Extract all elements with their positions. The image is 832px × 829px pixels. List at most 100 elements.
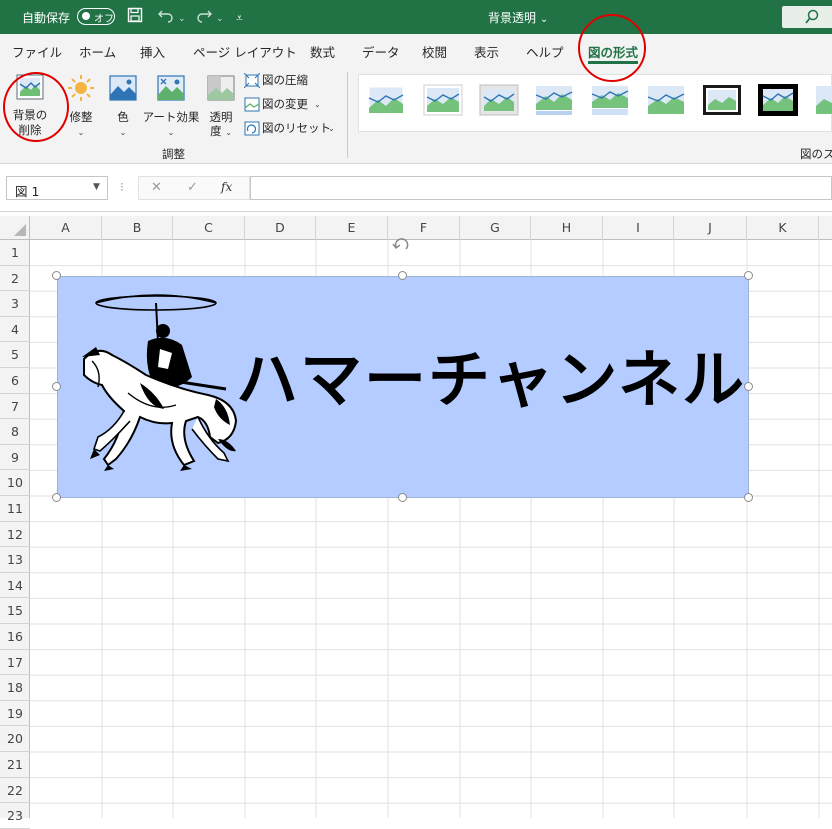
transparency-icon [207,75,235,101]
color-caret-icon: ⌄ [119,128,127,137]
art-effects-icon [157,75,185,101]
cancel-icon[interactable]: ✕ [151,180,162,195]
search-button[interactable] [782,6,832,28]
column-headers: A B C D E F G H I J K [0,216,832,240]
redo-icon[interactable] [195,7,213,27]
tab-home[interactable]: ホーム [79,42,116,61]
picture-style-7[interactable] [702,84,742,116]
column-header-g[interactable]: G [460,216,531,240]
change-picture-caret-icon: ⌄ [314,100,321,109]
row-header-18[interactable]: 18 [0,675,30,701]
transparency-label-1: 透明 [209,110,233,124]
change-picture-icon [244,97,260,112]
transparency-button[interactable]: 透明 度 ⌄ [202,70,240,144]
row-header-7[interactable]: 7 [0,394,30,420]
undo-icon[interactable] [157,7,175,27]
picture-style-8[interactable] [758,84,798,116]
reset-picture-label: 図のリセット [262,121,331,135]
tab-page-layout[interactable]: ページ レイアウト [193,42,297,61]
row-header-22[interactable]: 22 [0,778,30,804]
row-header-14[interactable]: 14 [0,573,30,599]
row-header-19[interactable]: 19 [0,701,30,727]
picture-style-2[interactable] [423,84,463,116]
resize-handle-top[interactable] [398,271,407,280]
select-all-button[interactable] [0,216,30,240]
row-header-17[interactable]: 17 [0,650,30,676]
picture-style-9[interactable] [814,84,832,116]
column-header-b[interactable]: B [102,216,173,240]
column-header-h[interactable]: H [531,216,603,240]
column-header-d[interactable]: D [245,216,316,240]
formula-input[interactable] [250,176,832,200]
column-header-j[interactable]: J [674,216,747,240]
color-label: 色 [117,110,129,124]
row-header-21[interactable]: 21 [0,752,30,778]
tab-formulas[interactable]: 数式 [310,42,335,61]
color-button[interactable]: 色 ⌄ [104,70,142,144]
save-icon[interactable] [127,7,143,27]
resize-handle-top-left[interactable] [52,271,61,280]
name-box-dropdown-icon[interactable]: ▼ [93,182,100,192]
name-box[interactable]: 図 1 ▼ [6,176,108,200]
picture-style-4[interactable] [534,84,574,116]
row-header-9[interactable]: 9 [0,445,30,471]
insert-function-icon[interactable]: fx [221,180,232,194]
document-title[interactable]: 背景透明 ⌄ [488,9,548,26]
picture-style-1[interactable] [366,84,406,116]
title-caret-icon: ⌄ [539,14,549,25]
tab-data[interactable]: データ [362,42,400,61]
column-header-a[interactable]: A [30,216,102,240]
picture-style-5[interactable] [590,84,630,116]
resize-handle-bottom[interactable] [398,493,407,502]
resize-handle-right[interactable] [744,382,753,391]
undo-dropdown-icon[interactable]: ⌄ [178,10,186,28]
tab-help[interactable]: ヘルプ [526,42,564,61]
compress-pictures-button[interactable]: 図の圧縮 [244,72,340,90]
row-header-3[interactable]: 3 [0,291,30,317]
column-header-k[interactable]: K [747,216,819,240]
row-header-10[interactable]: 10 [0,470,30,496]
row-header-20[interactable]: 20 [0,726,30,752]
column-header-i[interactable]: I [603,216,674,240]
formula-bar-grip-icon: ⁝ [120,180,124,194]
tab-view[interactable]: 表示 [474,42,499,61]
picture-style-6[interactable] [646,84,686,116]
row-header-5[interactable]: 5 [0,342,30,368]
transparency-label-2-text: 度 [210,124,222,138]
row-header-8[interactable]: 8 [0,419,30,445]
reset-picture-button[interactable]: 図のリセット ⌄ [244,120,344,138]
tab-insert[interactable]: 挿入 [140,42,165,61]
art-effects-button[interactable]: アート効果 ⌄ [142,70,200,144]
row-header-6[interactable]: 6 [0,368,30,394]
autosave-toggle[interactable]: オフ [77,8,115,25]
row-header-2[interactable]: 2 [0,266,30,292]
row-header-12[interactable]: 12 [0,522,30,548]
customize-qat-icon[interactable]: ⩡ [236,9,243,27]
row-header-11[interactable]: 11 [0,496,30,522]
change-picture-button[interactable]: 図の変更 ⌄ [244,96,340,114]
column-header-c[interactable]: C [173,216,245,240]
row-header-13[interactable]: 13 [0,547,30,573]
compress-label: 図の圧縮 [262,73,308,87]
resize-handle-left[interactable] [52,382,61,391]
formula-bar: 図 1 ▼ ⁝ ✕ ✓ fx [0,164,832,212]
row-header-23[interactable]: 23 [0,803,30,829]
resize-handle-top-right[interactable] [744,271,753,280]
rotate-handle-icon[interactable] [391,237,413,253]
row-header-16[interactable]: 16 [0,624,30,650]
column-header-e[interactable]: E [316,216,388,240]
picture-object[interactable]: ハマーチャンネル [57,276,749,498]
redo-dropdown-icon[interactable]: ⌄ [216,10,224,28]
search-icon [805,9,819,24]
enter-icon[interactable]: ✓ [187,180,198,195]
tab-file[interactable]: ファイル [12,42,62,61]
resize-handle-bottom-left[interactable] [52,493,61,502]
row-header-15[interactable]: 15 [0,598,30,624]
resize-handle-bottom-right[interactable] [744,493,753,502]
select-all-triangle-icon [14,224,26,236]
tab-review[interactable]: 校閲 [422,42,447,61]
row-header-1[interactable]: 1 [0,240,30,266]
row-header-4[interactable]: 4 [0,317,30,343]
document-title-text: 背景透明 [488,11,537,25]
picture-style-3[interactable] [479,84,519,116]
